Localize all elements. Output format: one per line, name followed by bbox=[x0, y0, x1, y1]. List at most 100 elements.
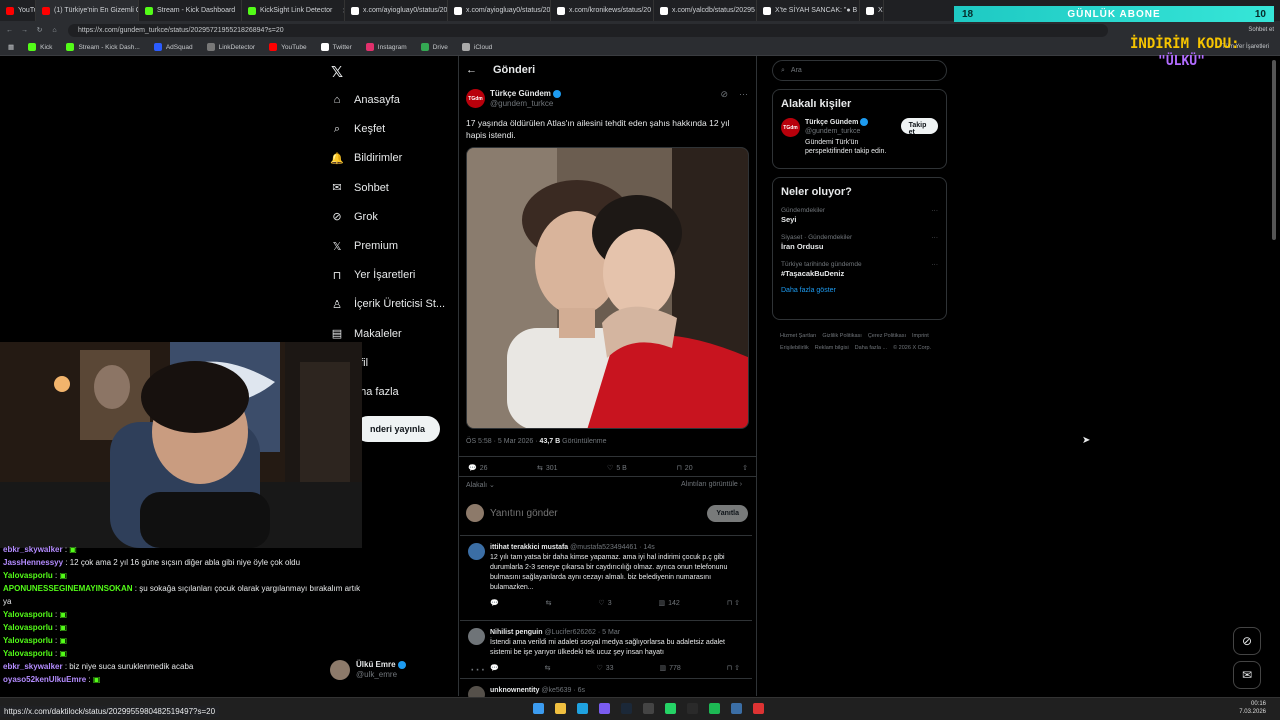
like-action[interactable]: ♡ 33 bbox=[596, 664, 613, 674]
avatar[interactable]: TGdm bbox=[466, 89, 485, 108]
post-photo[interactable] bbox=[466, 147, 749, 429]
trend-item[interactable]: Gündemdekiler Seyi ··· bbox=[781, 206, 938, 224]
edge-icon[interactable] bbox=[577, 703, 588, 714]
bookmark-action[interactable]: ⊓ 20 bbox=[676, 464, 692, 473]
like-action[interactable]: ♡ 5 B bbox=[607, 464, 627, 473]
author-name[interactable]: Türkçe Gündem bbox=[490, 89, 551, 98]
browser-tab[interactable]: x.com/ayiogluay0/status/20✕ bbox=[345, 0, 448, 21]
browser-tab[interactable]: X✕ bbox=[860, 0, 884, 21]
grok-float-icon[interactable]: ⊘ bbox=[1233, 627, 1261, 655]
browser-tab[interactable]: Stream - Kick Dashboard✕ bbox=[139, 0, 242, 21]
windows-start-icon[interactable] bbox=[533, 703, 544, 714]
home-icon[interactable]: ⌂ bbox=[49, 27, 60, 34]
chat-username[interactable]: Yalovasporlu bbox=[3, 571, 53, 580]
reply-post[interactable]: Nihilist penguin @Lucifer626262 · 5 Mar İ… bbox=[460, 620, 752, 681]
close-tab-icon[interactable]: ✕ bbox=[336, 7, 344, 15]
footer-link[interactable]: Reklam bilgisi bbox=[815, 342, 849, 354]
file-explorer-icon[interactable] bbox=[555, 703, 566, 714]
footer-link[interactable]: Daha fazla ... bbox=[855, 342, 887, 354]
reply-action[interactable]: 💬 26 bbox=[468, 464, 488, 473]
person-handle[interactable]: @gundem_turkce bbox=[805, 127, 896, 136]
chat-toggle[interactable]: Sohbet et bbox=[1248, 27, 1274, 33]
bookmark-item[interactable]: LinkDetector bbox=[206, 43, 255, 51]
bookmark-item[interactable]: iCloud bbox=[461, 43, 492, 51]
related-filter[interactable]: Alakalı ⌄ bbox=[466, 481, 495, 489]
quotes-link[interactable]: Alıntıları görüntüle › bbox=[681, 481, 742, 488]
browser-tab[interactable]: x.com/yalcdb/status/20295✕ bbox=[654, 0, 757, 21]
reply-handle[interactable]: @mustafa523494461 · 14s bbox=[570, 544, 655, 551]
whatsapp-icon[interactable] bbox=[665, 703, 676, 714]
chat-username[interactable]: Yalovasporlu bbox=[3, 649, 53, 658]
reply-author[interactable]: Nihilist penguin bbox=[490, 629, 543, 636]
reply-handle[interactable]: @Lucifer626262 · 5 Mar bbox=[544, 629, 620, 636]
nav-item[interactable]: 🔔 Bildirimler bbox=[330, 147, 402, 169]
bookmark-item[interactable]: YouTube bbox=[269, 43, 307, 51]
url-field[interactable]: https://x.com/gundem_turkce/status/20295… bbox=[68, 23, 1108, 37]
avatar[interactable] bbox=[468, 543, 485, 560]
repost-action[interactable]: ⇆ 301 bbox=[537, 464, 558, 473]
chat-username[interactable]: JassHennessyy bbox=[3, 558, 63, 567]
nav-item[interactable]: ⌂ Anasayfa bbox=[330, 89, 400, 111]
footer-link[interactable]: Çerez Politikası bbox=[868, 330, 906, 342]
back-arrow-icon[interactable]: ← bbox=[466, 64, 477, 76]
reply-author[interactable]: ittihat terakkici mustafa bbox=[490, 544, 568, 551]
reply-icon[interactable]: 💬 bbox=[490, 599, 499, 609]
browser-tab[interactable]: KickSight Link Detector✕ bbox=[242, 0, 345, 21]
more-icon[interactable]: ··· bbox=[932, 233, 939, 242]
nav-item[interactable]: ⊘ Grok bbox=[330, 206, 377, 228]
footer-link[interactable]: Gizlilik Politikası bbox=[822, 330, 861, 342]
more-icon[interactable]: ··· bbox=[932, 206, 939, 215]
browser-tab[interactable]: x.com/ayiogluay0/status/20✕ bbox=[448, 0, 551, 21]
clock-time[interactable]: 00:16 bbox=[1239, 700, 1266, 708]
repost-icon[interactable]: ⇆ bbox=[546, 599, 552, 609]
chat-username[interactable]: Yalovasporlu bbox=[3, 636, 53, 645]
chat-username[interactable]: Yalovasporlu bbox=[3, 610, 53, 619]
bookmark-item[interactable]: Kick bbox=[28, 43, 52, 51]
nav-item[interactable]: 𝕏 Premium bbox=[330, 235, 398, 257]
chrome-icon[interactable] bbox=[753, 703, 764, 714]
apps-icon[interactable]: ▦ bbox=[8, 43, 14, 51]
messages-float-icon[interactable]: ✉ bbox=[1233, 661, 1261, 689]
reply-author[interactable]: unknownentity bbox=[490, 687, 539, 694]
person-name[interactable]: Türkçe Gündem bbox=[805, 119, 858, 126]
nav-item[interactable]: ⊓ Yer İşaretleri bbox=[330, 264, 416, 286]
bookmark-item[interactable]: AdSquad bbox=[153, 43, 193, 51]
footer-link[interactable]: © 2026 X Corp. bbox=[893, 342, 931, 354]
bookmark-item[interactable]: Drive bbox=[420, 43, 448, 51]
spotify-icon[interactable] bbox=[709, 703, 720, 714]
chat-username[interactable]: APONUNESSEGINEMAYINSOKAN bbox=[3, 584, 133, 593]
back-icon[interactable]: ← bbox=[4, 27, 15, 34]
chat-username[interactable]: Yalovasporlu bbox=[3, 623, 53, 632]
steam-icon[interactable] bbox=[621, 703, 632, 714]
repost-icon[interactable]: ⇆ bbox=[545, 664, 551, 674]
bookmark-item[interactable]: Twitter bbox=[320, 43, 352, 51]
search-box[interactable]: ⌕ Ara bbox=[772, 60, 947, 81]
footer-link[interactable]: Hizmet Şartları bbox=[780, 330, 816, 342]
reply-handle[interactable]: @ke5639 · 6s bbox=[541, 687, 585, 694]
browser-tab[interactable]: YouTube bbox=[0, 0, 36, 21]
trend-item[interactable]: Siyaset · Gündemdekiler İran Ordusu ··· bbox=[781, 233, 938, 251]
chat-username[interactable]: ebkr_skywalker bbox=[3, 545, 63, 554]
more-icon[interactable]: ··· bbox=[739, 89, 748, 109]
post-button[interactable]: nderi yayınla bbox=[355, 416, 440, 442]
chat-username[interactable]: oyaso52kenUlkuEmre bbox=[3, 675, 86, 684]
reply-button[interactable]: Yanıtla bbox=[707, 504, 748, 522]
browser-tab[interactable]: (1) Türkiye'nin En Gizemli C✕ bbox=[36, 0, 139, 21]
nav-item[interactable]: ✉ Sohbet bbox=[330, 177, 388, 199]
author-handle[interactable]: @gundem_turkce bbox=[490, 99, 561, 109]
nav-item[interactable]: ⌕ Keşfet bbox=[330, 118, 385, 140]
browser-tab[interactable]: x.com/kronikews/status/20✕ bbox=[551, 0, 654, 21]
reload-icon[interactable]: ↻ bbox=[34, 26, 45, 34]
more-icon[interactable]: ··· bbox=[932, 260, 939, 269]
nav-item[interactable]: ♙ İçerik Üreticisi St... bbox=[330, 293, 445, 315]
reply-input[interactable] bbox=[490, 507, 690, 519]
bookmark-icon[interactable]: ⊓ ⇧ bbox=[727, 664, 740, 674]
discord-icon[interactable] bbox=[599, 703, 610, 714]
chat-username[interactable]: ebkr_skywalker bbox=[3, 662, 63, 671]
show-more-link[interactable]: Daha fazla göster bbox=[781, 287, 938, 294]
like-action[interactable]: ♡ 3 bbox=[598, 599, 611, 609]
share-icon[interactable]: ⇧ bbox=[742, 464, 748, 472]
app-icon[interactable] bbox=[643, 703, 654, 714]
bookmark-icon[interactable]: ⊓ ⇧ bbox=[727, 599, 740, 609]
views-action[interactable]: ▥ 778 bbox=[659, 664, 680, 674]
